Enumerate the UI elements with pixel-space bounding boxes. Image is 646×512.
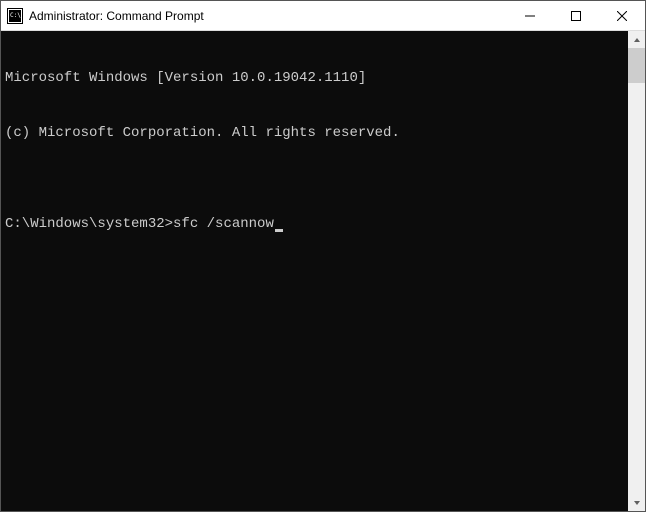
scrollbar-track[interactable]	[628, 48, 645, 494]
titlebar[interactable]: C:\ Administrator: Command Prompt	[1, 1, 645, 31]
prompt-line: C:\Windows\system32>sfc /scannow	[5, 215, 624, 233]
close-button[interactable]	[599, 1, 645, 30]
copyright-line: (c) Microsoft Corporation. All rights re…	[5, 124, 624, 142]
scroll-up-button[interactable]	[628, 31, 645, 48]
window-title: Administrator: Command Prompt	[29, 9, 507, 23]
command-prompt-window: C:\ Administrator: Command Prompt Micros…	[0, 0, 646, 512]
typed-command: sfc /scannow	[173, 215, 274, 233]
cursor-icon	[275, 229, 283, 232]
prompt-path: C:\Windows\system32>	[5, 215, 173, 233]
minimize-button[interactable]	[507, 1, 553, 30]
svg-text:C:\: C:\	[10, 12, 21, 19]
scrollbar-thumb[interactable]	[628, 48, 645, 83]
scroll-down-button[interactable]	[628, 494, 645, 511]
maximize-button[interactable]	[553, 1, 599, 30]
vertical-scrollbar[interactable]	[628, 31, 645, 511]
version-line: Microsoft Windows [Version 10.0.19042.11…	[5, 69, 624, 87]
window-controls	[507, 1, 645, 30]
content-area: Microsoft Windows [Version 10.0.19042.11…	[1, 31, 645, 511]
terminal-output[interactable]: Microsoft Windows [Version 10.0.19042.11…	[1, 31, 628, 511]
cmd-icon: C:\	[7, 8, 23, 24]
